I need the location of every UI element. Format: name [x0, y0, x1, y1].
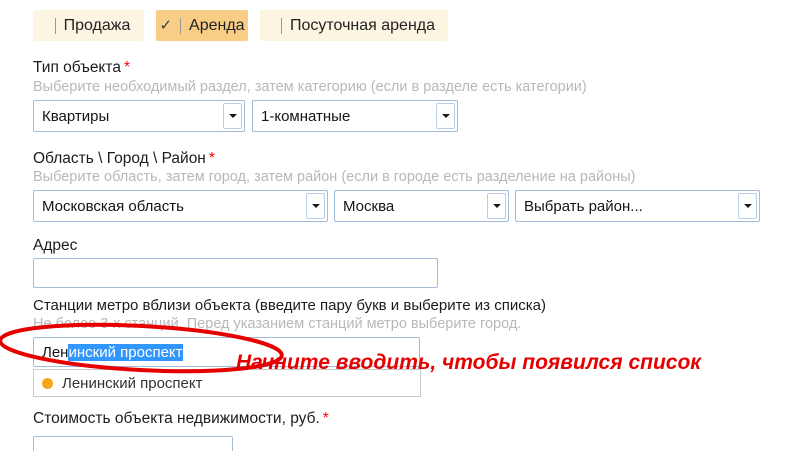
tab-rent[interactable]: ✓ Аренда — [156, 10, 248, 41]
required-asterisk: * — [209, 150, 215, 167]
region-select-value: Московская область — [34, 198, 306, 215]
region-select[interactable]: Московская область — [33, 190, 328, 222]
tab-sale-label: Продажа — [64, 17, 131, 35]
chevron-down-icon — [312, 204, 320, 208]
category-select-value: 1-комнатные — [253, 108, 436, 125]
chevron-down-icon — [493, 204, 501, 208]
section-select-value: Квартиры — [34, 108, 223, 125]
location-label: Область \ Город \ Район* — [33, 150, 215, 168]
tab-divider — [180, 18, 181, 34]
dropdown-arrow-button[interactable] — [223, 103, 242, 129]
address-input[interactable] — [33, 258, 438, 288]
tab-daily-rent-label: Посуточная аренда — [290, 17, 435, 35]
tab-divider — [281, 18, 282, 34]
city-select[interactable]: Москва — [334, 190, 509, 222]
metro-input[interactable]: Ленинский проспект — [33, 337, 420, 367]
tab-divider — [55, 18, 56, 34]
object-type-hint: Выберите необходимый раздел, затем катег… — [33, 79, 587, 95]
city-select-value: Москва — [335, 198, 487, 215]
tab-rent-label: Аренда — [189, 17, 245, 35]
real-estate-listing-form: Продажа ✓ Аренда Посуточная аренда Тип о… — [0, 0, 788, 451]
category-select[interactable]: 1-комнатные — [252, 100, 458, 132]
dropdown-arrow-button[interactable] — [487, 193, 506, 219]
deal-type-tabs: Продажа ✓ Аренда Посуточная аренда — [33, 10, 448, 41]
dropdown-arrow-button[interactable] — [306, 193, 325, 219]
chevron-down-icon — [744, 204, 752, 208]
location-hint: Выберите область, затем город, затем рай… — [33, 169, 635, 185]
metro-autocomplete-selection: инский проспект — [68, 344, 182, 361]
dropdown-arrow-button[interactable] — [436, 103, 455, 129]
price-label-text: Стоимость объекта недвижимости, руб. — [33, 410, 320, 427]
dropdown-arrow-button[interactable] — [738, 193, 757, 219]
price-label: Стоимость объекта недвижимости, руб.* — [33, 410, 329, 428]
location-label-text: Область \ Город \ Район — [33, 150, 206, 167]
metro-line-dot-icon — [42, 378, 53, 389]
metro-suggestion-label: Ленинский проспект — [62, 375, 203, 392]
required-asterisk: * — [124, 59, 130, 76]
tab-sale[interactable]: Продажа — [33, 10, 144, 41]
metro-label: Станции метро вблизи объекта (введите па… — [33, 297, 546, 314]
district-select[interactable]: Выбрать район... — [515, 190, 760, 222]
section-select[interactable]: Квартиры — [33, 100, 245, 132]
required-asterisk: * — [323, 410, 329, 427]
tab-daily-rent[interactable]: Посуточная аренда — [260, 10, 448, 41]
object-type-selects: Квартиры 1-комнатные — [33, 100, 458, 132]
address-label: Адрес — [33, 237, 77, 255]
metro-hint: Не более 3-х станций. Перед указанием ст… — [33, 316, 521, 332]
checkmark-icon: ✓ — [159, 18, 172, 33]
district-select-value: Выбрать район... — [516, 198, 738, 215]
metro-suggestion-item[interactable]: Ленинский проспект — [33, 369, 421, 397]
object-type-label: Тип объекта* — [33, 59, 130, 77]
chevron-down-icon — [229, 114, 237, 118]
object-type-label-text: Тип объекта — [33, 59, 121, 76]
price-input[interactable] — [33, 436, 233, 451]
location-selects: Московская область Москва Выбрать район.… — [33, 190, 760, 222]
metro-typed-text: Лен — [42, 344, 68, 361]
chevron-down-icon — [442, 114, 450, 118]
